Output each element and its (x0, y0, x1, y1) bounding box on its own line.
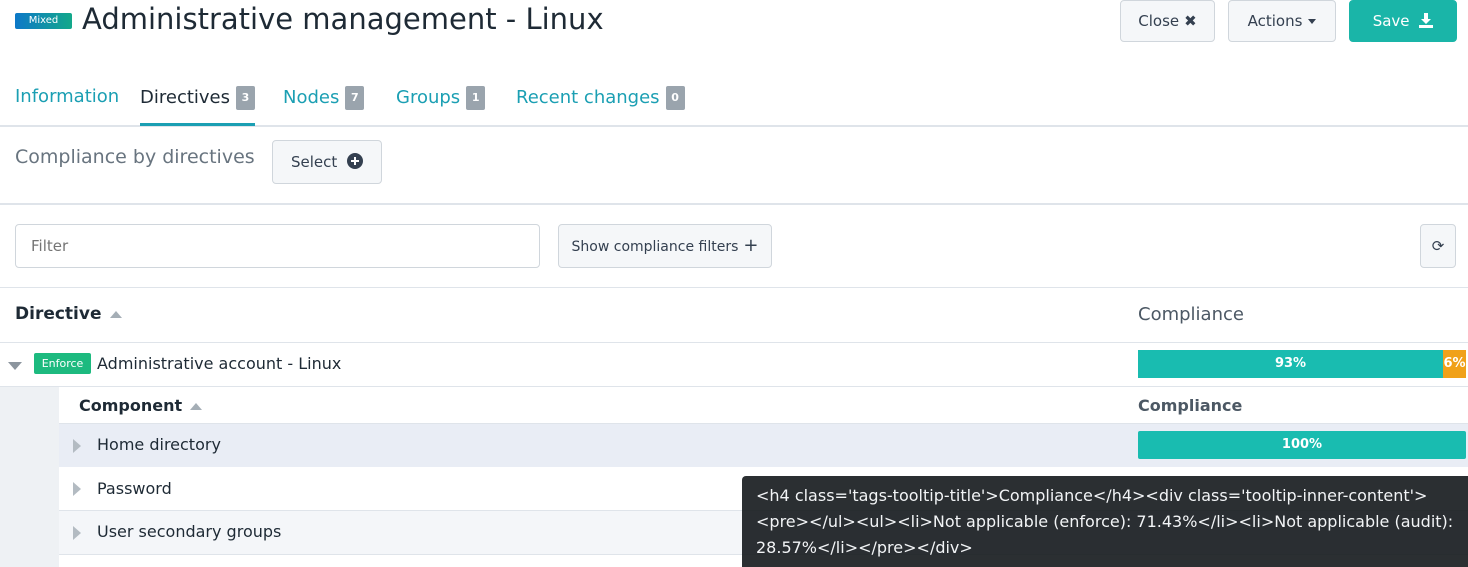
tab-label: Recent changes (516, 87, 660, 108)
tab-label: Directives (140, 87, 230, 108)
column-label: Directive (15, 304, 102, 324)
plus-circle-icon (347, 153, 364, 171)
close-button[interactable]: Close ✖ (1120, 0, 1215, 42)
filter-input[interactable] (15, 224, 540, 268)
tab-recent-changes[interactable]: Recent changes 0 (516, 86, 685, 126)
compliance-tooltip: <h4 class='tags-tooltip-title'>Complianc… (742, 476, 1468, 567)
compliance-column-header[interactable]: Compliance (1138, 304, 1244, 325)
bar-label: 100% (1281, 437, 1323, 452)
count-badge: 7 (345, 86, 365, 110)
enforce-badge: Enforce (34, 353, 91, 374)
component-name: Password (97, 479, 172, 498)
select-button[interactable]: Select (272, 140, 382, 184)
tab-label: Groups (396, 87, 461, 108)
directive-name[interactable]: Administrative account - Linux (97, 354, 341, 373)
compliance-section-label: Compliance by directives (15, 146, 255, 168)
download-icon (1419, 12, 1434, 30)
tab-groups[interactable]: Groups 1 (396, 86, 486, 126)
tab-nodes[interactable]: Nodes 7 (283, 86, 365, 126)
plus-icon: + (743, 235, 759, 256)
tab-information[interactable]: Information (15, 86, 119, 126)
actions-button-label: Actions (1247, 12, 1303, 30)
tab-label: Information (15, 86, 120, 107)
show-filters-label: Show compliance filters (571, 239, 739, 255)
close-button-label: Close (1138, 12, 1180, 30)
compliance-segment: 6% (1443, 350, 1466, 378)
page-title: Administrative management - Linux (82, 2, 604, 36)
sort-ascending-icon (109, 310, 122, 318)
caret-down-icon (1308, 19, 1317, 24)
expand-icon[interactable] (73, 482, 81, 496)
component-name: User secondary groups (97, 522, 282, 541)
expand-icon[interactable] (73, 439, 81, 453)
component-column-header[interactable]: Component (79, 396, 203, 415)
compliance-bar[interactable]: 100% (1138, 431, 1466, 459)
compliance-bar[interactable]: 93% 6% (1138, 350, 1468, 378)
show-compliance-filters-button[interactable]: Show compliance filters + (558, 224, 772, 268)
count-badge: 0 (665, 86, 685, 110)
indent-gutter (0, 387, 59, 567)
divider (0, 287, 1468, 288)
refresh-icon: ⟳ (1431, 237, 1445, 255)
column-label: Component (79, 396, 183, 415)
mixed-badge: Mixed (15, 13, 72, 29)
select-button-label: Select (290, 153, 338, 171)
component-name: Home directory (97, 435, 221, 454)
tab-directives[interactable]: Directives 3 (140, 86, 255, 126)
save-button-label: Save (1372, 12, 1410, 30)
collapse-icon[interactable] (8, 362, 22, 370)
compliance-section: Compliance by directives Select (0, 128, 1468, 205)
compliance-segment: 93% (1138, 350, 1443, 378)
directive-column-header[interactable]: Directive (15, 304, 122, 324)
close-icon: ✖ (1184, 12, 1197, 30)
save-button[interactable]: Save (1349, 0, 1457, 42)
actions-button[interactable]: Actions (1228, 0, 1336, 42)
page-header: Mixed Administrative management - Linux … (0, 0, 1468, 70)
refresh-button[interactable]: ⟳ (1420, 224, 1456, 268)
divider (0, 342, 1468, 343)
expand-icon[interactable] (73, 526, 81, 540)
divider (0, 386, 1468, 387)
component-compliance-header[interactable]: Compliance (1138, 396, 1242, 415)
tab-label: Nodes (283, 87, 340, 108)
count-badge: 1 (466, 86, 486, 110)
count-badge: 3 (236, 86, 255, 110)
tab-bar: Information Directives 3 Nodes 7 Groups 1 R… (0, 80, 1468, 127)
sort-ascending-icon (190, 403, 203, 410)
